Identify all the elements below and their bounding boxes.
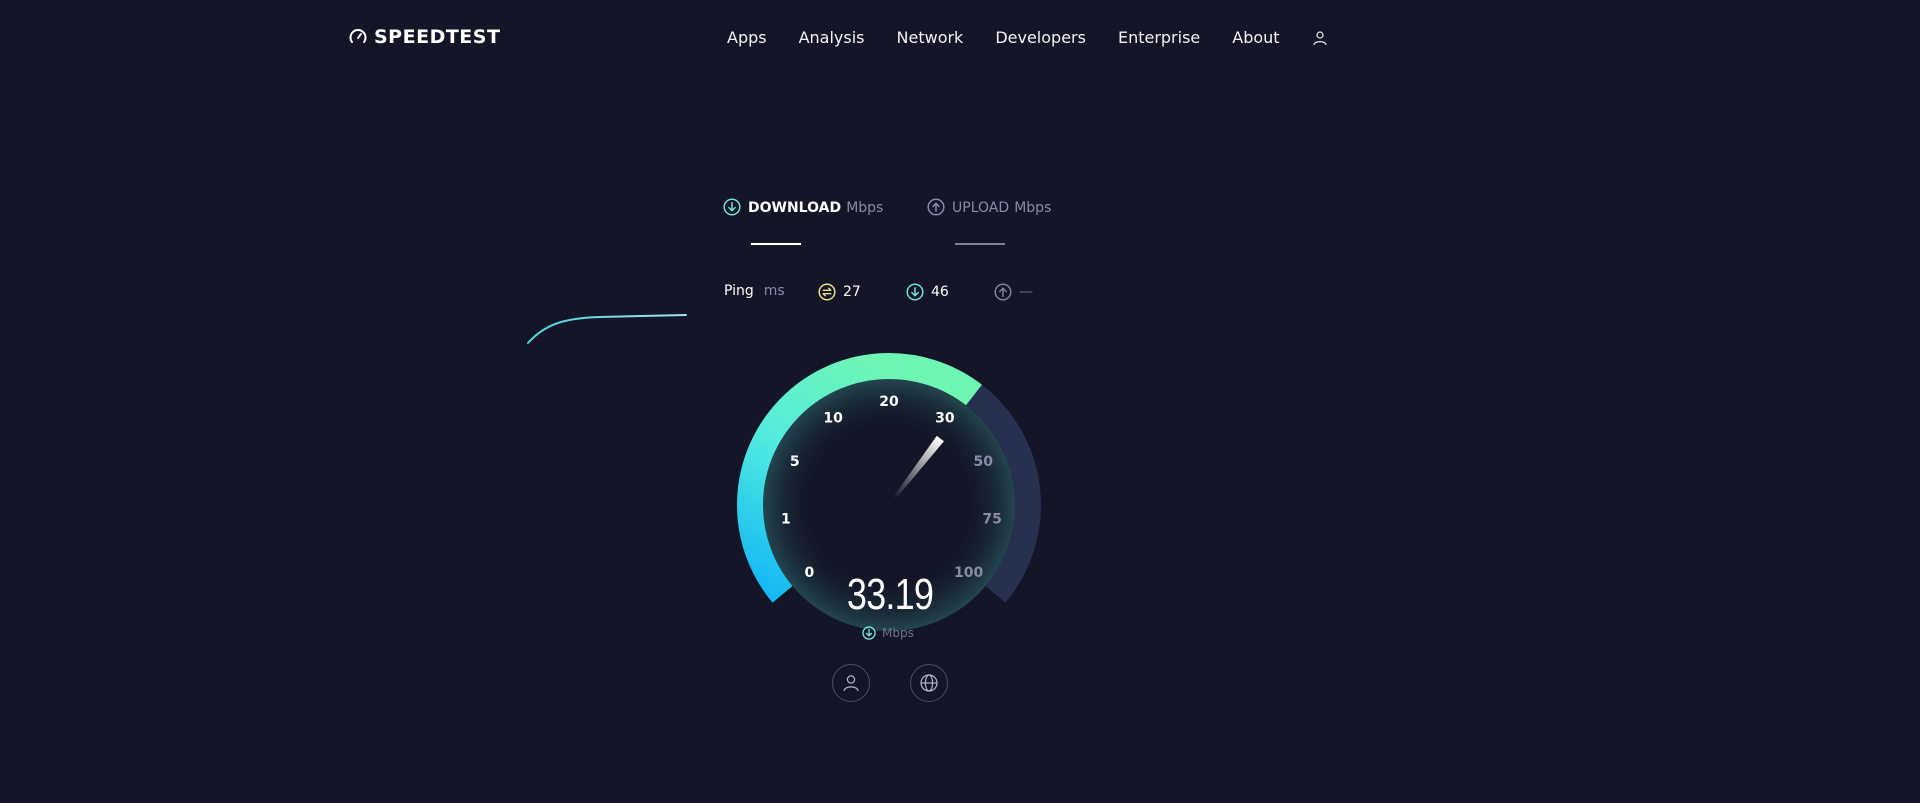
results-button[interactable] — [832, 664, 870, 702]
gauge-tick-label: 0 — [804, 565, 814, 581]
gauge-tick-label: 1 — [781, 512, 791, 528]
gauge-tick-label: 75 — [982, 512, 1001, 528]
speed-gauge: 0 1 5 10 20 30 50 75 100 — [737, 353, 1041, 631]
arrow-down-circle-icon — [862, 626, 876, 640]
gauge-tick-label: 10 — [823, 410, 843, 426]
gauge-tick-label: 20 — [879, 394, 899, 410]
gauge-tick-label: 50 — [974, 454, 994, 470]
globe-icon — [920, 674, 938, 692]
gauge-tick-label: 5 — [790, 454, 800, 470]
server-select-button[interactable] — [910, 664, 948, 702]
speed-unit-label: Mbps — [882, 626, 914, 640]
user-icon — [843, 675, 859, 692]
current-speed-value: 33.19 — [846, 570, 934, 619]
gauge-tick-label: 100 — [954, 565, 983, 581]
current-speed-unit: Mbps — [862, 626, 914, 640]
gauge-tick-label: 30 — [935, 410, 955, 426]
